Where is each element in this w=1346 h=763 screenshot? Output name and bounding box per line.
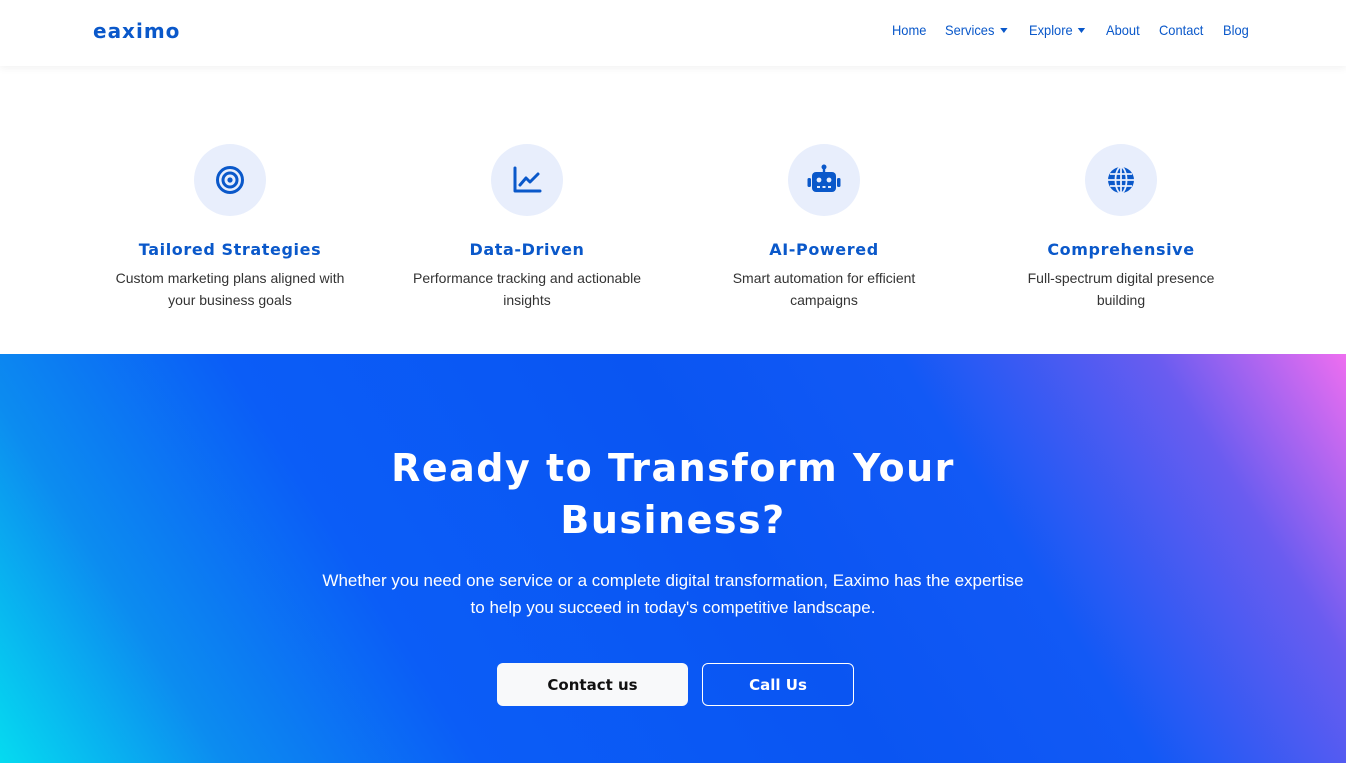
contact-us-button[interactable]: Contact us (497, 663, 688, 706)
feature-card-comprehensive: Comprehensive Full-spectrum digital pres… (996, 144, 1246, 311)
nav-home[interactable]: Home (892, 22, 926, 38)
feature-icon-circle (1085, 144, 1157, 216)
nav-about-label: About (1106, 22, 1140, 38)
cta-description: Whether you need one service or a comple… (322, 571, 1024, 617)
nav-contact[interactable]: Contact (1159, 22, 1203, 38)
robot-icon (807, 164, 841, 192)
feature-card-tailored-strategies: Tailored Strategies Custom marketing pla… (105, 144, 355, 311)
nav-home-label: Home (891, 22, 926, 38)
nav-explore-label: Explore (1028, 22, 1073, 38)
feature-description: Performance tracking and actionable insi… (412, 270, 642, 308)
feature-title: Data-Driven (469, 240, 585, 259)
navbar: eaximo Home Services Explore About Conta… (0, 0, 1346, 66)
nav-services-dropdown[interactable]: Services (944, 22, 1008, 38)
caret-down-icon (1077, 27, 1086, 33)
feature-description: Full-spectrum digital presence building (1027, 270, 1215, 308)
feature-title: AI-Powered (769, 240, 879, 259)
cta-title: Ready to Transform Your Business? (391, 446, 955, 542)
cta-section: Ready to Transform Your Business? Whethe… (0, 354, 1346, 763)
nav-about[interactable]: About (1106, 22, 1140, 38)
target-icon (216, 166, 244, 194)
feature-description: Smart automation for efficient campaigns (732, 270, 916, 308)
feature-title: Tailored Strategies (138, 240, 322, 259)
feature-description: Custom marketing plans aligned with your… (115, 270, 345, 308)
feature-card-ai-powered: AI-Powered Smart automation for efficien… (699, 144, 949, 311)
feature-title: Comprehensive (1047, 240, 1195, 259)
nav-explore-dropdown[interactable]: Explore (1029, 22, 1086, 38)
nav-blog-label: Blog (1222, 22, 1249, 38)
features-section: Tailored Strategies Custom marketing pla… (0, 66, 1346, 354)
feature-icon-circle (491, 144, 563, 216)
feature-icon-circle (194, 144, 266, 216)
caret-down-icon (999, 27, 1008, 33)
globe-icon (1108, 166, 1134, 194)
feature-card-data-driven: Data-Driven Performance tracking and act… (402, 144, 652, 311)
call-us-button[interactable]: Call Us (702, 663, 854, 706)
line-chart-icon (513, 166, 542, 193)
brand-logo[interactable]: eaximo (93, 19, 180, 43)
nav-links: Home Services Explore About Contact Blog (892, 22, 1251, 38)
feature-icon-circle (788, 144, 860, 216)
nav-services-label: Services (944, 22, 995, 38)
nav-contact-label: Contact (1158, 22, 1204, 38)
nav-blog[interactable]: Blog (1223, 22, 1249, 38)
